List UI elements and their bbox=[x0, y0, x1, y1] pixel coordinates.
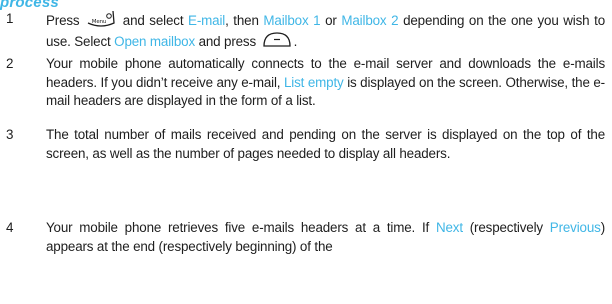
step-number: 3 bbox=[6, 127, 14, 142]
step-text: Your mobile phone automatically connects… bbox=[46, 56, 605, 108]
step-text: Press Menu and select E-mail, then Mailb… bbox=[46, 10, 605, 51]
step-1: 1 Press Menu and select E-mail, then Mai… bbox=[0, 10, 605, 51]
manual-page: process 1 Press Menu and select E-mail, … bbox=[0, 0, 612, 304]
menu-key-icon: Menu bbox=[86, 10, 116, 28]
step-text: The total number of mails received and p… bbox=[46, 127, 605, 161]
step-number: 1 bbox=[6, 11, 14, 26]
step-number: 4 bbox=[6, 220, 14, 235]
step-2: 2 Your mobile phone automatically connec… bbox=[0, 55, 605, 111]
svg-text:Menu: Menu bbox=[92, 19, 107, 25]
step-text: Your mobile phone retrieves five e-mails… bbox=[46, 220, 605, 254]
step-number: 2 bbox=[6, 56, 14, 71]
step-3: 3 The total number of mails received and… bbox=[0, 126, 605, 163]
step-4: 4 Your mobile phone retrieves five e-mai… bbox=[0, 219, 605, 256]
ok-key-icon bbox=[262, 31, 292, 49]
